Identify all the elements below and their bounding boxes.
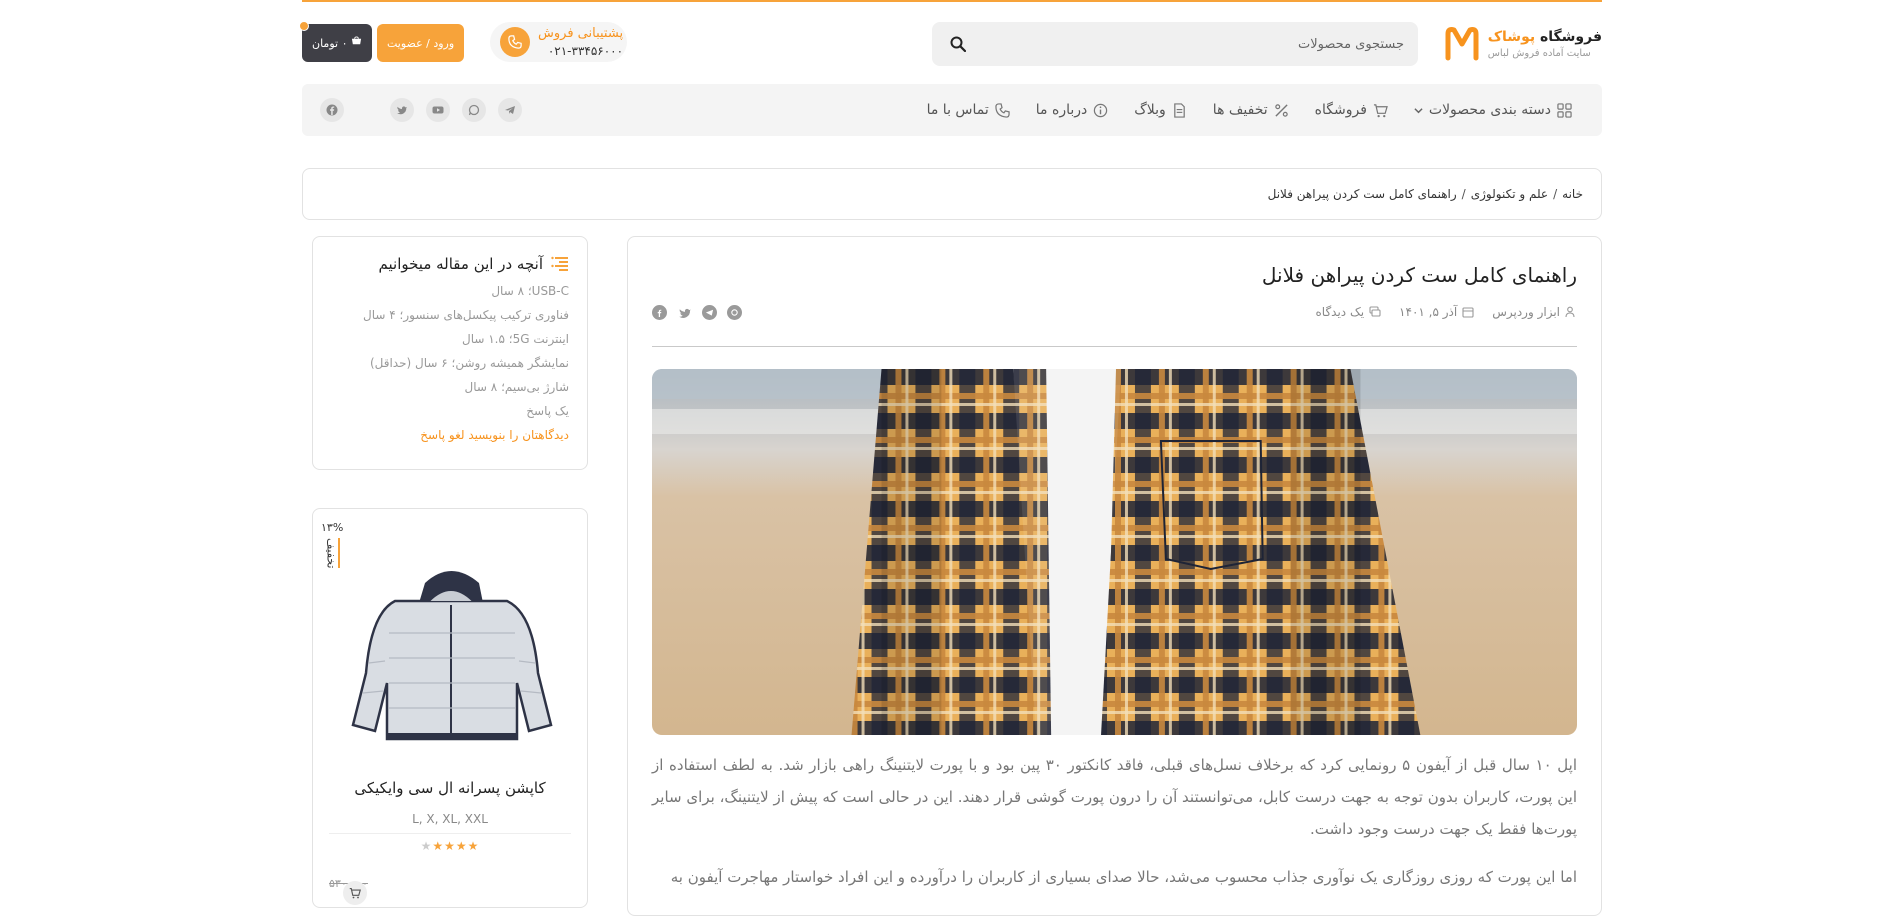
nav-item-categories[interactable]: دسته بندی محصولات <box>1414 102 1572 118</box>
cart-count-badge <box>299 21 309 31</box>
facebook-icon[interactable] <box>320 98 344 122</box>
breadcrumb-separator: / <box>1553 187 1558 201</box>
telegram-icon[interactable] <box>498 98 522 122</box>
info-icon <box>1094 103 1108 117</box>
add-to-cart-button[interactable] <box>343 881 367 905</box>
youtube-icon[interactable] <box>426 98 450 122</box>
toc-title: آنچه در این مقاله میخوانیم <box>378 255 543 273</box>
product-rating: ★★★★★ <box>313 839 587 853</box>
cart-total: ۰ تومان <box>312 36 348 50</box>
article-comments[interactable]: یک دیدگاه <box>1316 305 1382 319</box>
login-register-button[interactable]: ورود / عضویت <box>377 24 465 62</box>
article-paragraph: اپل ۱۰ سال قبل از آیفون ۵ رونمایی کرد که… <box>652 756 1577 838</box>
user-icon <box>1565 306 1575 318</box>
cart-button[interactable]: ۰ تومان <box>299 21 373 62</box>
article-paragraph: اما این پورت که روزی روزگاری یک نوآوری ج… <box>670 868 1577 886</box>
breadcrumb-category[interactable]: علم و تکنولوژی <box>1471 187 1548 201</box>
toc-item[interactable]: USB-C؛ ۸ سال <box>331 279 569 303</box>
product-image[interactable] <box>333 553 569 749</box>
product-sizes: L, X, XL, XXL <box>412 812 488 826</box>
logo-subtitle: سایت آماده فروش لباس <box>1487 48 1591 59</box>
cart-icon <box>1373 103 1388 117</box>
comment-icon <box>1369 306 1381 317</box>
whatsapp-icon[interactable] <box>462 98 486 122</box>
whatsapp-icon[interactable] <box>727 305 742 320</box>
support-title: پشتیبانی فروش <box>538 26 624 41</box>
logo-mark-icon <box>1445 27 1479 61</box>
toc-item[interactable]: اینترنت 5G؛ ۱.۵ سال <box>331 327 569 351</box>
article-title: راهنمای کامل ست کردن پیراهن فلانل <box>1261 263 1577 287</box>
phone-icon <box>500 27 530 57</box>
nav-item-blog[interactable]: وبلاگ <box>1134 102 1187 118</box>
support-phone: ۰۲۱-۳۳۴۵۶۰۰۰ <box>547 44 624 58</box>
nav-item-contact[interactable]: تماس با ما <box>927 102 1010 118</box>
article-date: آذر ۵, ۱۴۰۱ <box>1399 305 1474 319</box>
document-icon <box>1174 102 1185 118</box>
product-card[interactable]: ۱۳% تخفیف کاپشن پسرانه ال سی وایکیکی L, … <box>312 508 588 908</box>
breadcrumb-home[interactable]: خانه <box>1562 187 1583 201</box>
list-icon <box>551 256 568 271</box>
breadcrumb-current: راهنمای کامل ست کردن پیراهن فلانل <box>1267 187 1457 201</box>
nav-item-shop[interactable]: فروشگاه <box>1315 102 1388 118</box>
toc-item[interactable]: یک پاسخ <box>331 399 569 423</box>
search-input[interactable] <box>970 36 1404 52</box>
grid-icon <box>1557 102 1572 118</box>
twitter-icon[interactable] <box>677 305 692 320</box>
star-icon: ★★★★ <box>432 839 480 853</box>
nav-item-discounts[interactable]: تخفیف ها <box>1213 102 1289 118</box>
site-logo[interactable]: فروشگاه پوشاک سایت آماده فروش لباس <box>1442 24 1602 64</box>
social-links <box>320 98 522 122</box>
percent-icon <box>1274 103 1288 117</box>
table-of-contents: آنچه در این مقاله میخوانیم USB-C؛ ۸ سال … <box>312 236 588 470</box>
site-header: فروشگاه پوشاک سایت آماده فروش لباس پشتیب… <box>299 2 1602 82</box>
facebook-icon[interactable] <box>652 305 667 320</box>
toc-item[interactable]: شارژ بی‌سیم؛ ۸ سال <box>331 375 569 399</box>
article-meta: ابزار وردپرس آذر ۵, ۱۴۰۱ یک دیدگاه <box>1316 305 1578 319</box>
toc-item[interactable]: دیدگاهتان را بنویسید لغو پاسخ <box>331 423 569 447</box>
article-share-links <box>652 305 742 320</box>
logo-title: فروشگاه پوشاک <box>1487 29 1602 45</box>
divider <box>329 833 571 834</box>
toc-list: USB-C؛ ۸ سال فناوری ترکیب پیکسل‌های سنسو… <box>331 279 569 447</box>
breadcrumb-separator: / <box>1461 187 1466 201</box>
toc-item[interactable]: نمایشگر همیشه روشن؛ ۶ سال (حداقل) <box>331 351 569 375</box>
article-card: راهنمای کامل ست کردن پیراهن فلانل ابزار … <box>627 236 1602 916</box>
article-featured-image <box>652 369 1577 735</box>
nav-item-about[interactable]: درباره ما <box>1036 102 1108 118</box>
search-icon[interactable] <box>946 32 970 56</box>
search-bar <box>932 22 1418 66</box>
article-author[interactable]: ابزار وردپرس <box>1492 305 1577 319</box>
calendar-icon <box>1462 307 1474 318</box>
breadcrumb: خانه / علم و تکنولوژی / راهنمای کامل ست … <box>302 168 1602 220</box>
phone-icon <box>995 102 1010 118</box>
chevron-down-icon <box>1414 107 1423 113</box>
divider <box>652 346 1577 347</box>
cart-icon <box>349 887 361 899</box>
star-icon: ★ <box>420 839 433 853</box>
twitter-icon[interactable] <box>390 98 414 122</box>
product-name[interactable]: کاپشن پسرانه ال سی وایکیکی <box>313 779 587 797</box>
telegram-icon[interactable] <box>702 305 717 320</box>
cart-icon <box>351 36 362 50</box>
toc-item[interactable]: فناوری ترکیب پیکسل‌های سنسور؛ ۴ سال <box>331 303 569 327</box>
main-nav: دسته بندی محصولات فروشگاه تخفیف ها وبلاگ… <box>302 84 1602 136</box>
sales-support[interactable]: پشتیبانی فروش ۰۲۱-۳۳۴۵۶۰۰۰ <box>490 22 628 62</box>
